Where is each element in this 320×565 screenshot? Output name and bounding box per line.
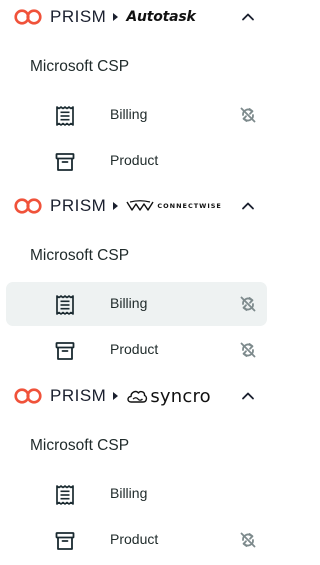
- nav-item-product[interactable]: Product: [6, 328, 267, 372]
- prism-brand-text: PRISM: [50, 196, 107, 215]
- vendor-logo-syncro: syncro: [126, 386, 211, 407]
- nav-item-product[interactable]: Product: [6, 139, 267, 183]
- sync-disabled-icon[interactable]: [238, 294, 258, 314]
- vendor-name: CONNECTWISE: [157, 202, 222, 210]
- nav-item-label: Billing: [110, 295, 148, 311]
- syncro-cloud-icon: [127, 390, 148, 403]
- nav-item-label: Product: [110, 531, 159, 547]
- section-title-microsoft-csp: Microsoft CSP: [30, 58, 130, 75]
- nav-item-billing[interactable]: Billing: [6, 472, 267, 516]
- prism-logo-icon: [14, 198, 42, 214]
- vendor-name: Autotask: [126, 9, 196, 25]
- nav-item-label: Billing: [110, 485, 148, 501]
- prism-brand-text: PRISM: [50, 386, 107, 405]
- nav-item-product[interactable]: Product: [6, 518, 267, 562]
- sync-disabled-icon[interactable]: [238, 105, 258, 125]
- nav-item-billing[interactable]: Billing: [6, 93, 267, 137]
- chevron-up-icon[interactable]: [240, 198, 256, 214]
- vendor-name: syncro: [150, 385, 211, 407]
- group-header[interactable]: PRISM syncro: [12, 381, 262, 411]
- vendor-logo-autotask: Autotask: [126, 9, 195, 25]
- section-title-microsoft-csp: Microsoft CSP: [30, 247, 130, 264]
- chevron-up-icon[interactable]: [240, 388, 256, 404]
- prism-logo-icon: [14, 388, 42, 404]
- nav-item-label: Product: [110, 341, 159, 357]
- prism-brand-text: PRISM: [50, 7, 107, 26]
- receipt-icon: [56, 106, 74, 126]
- caret-right-icon: [113, 392, 119, 400]
- archive-box-icon: [55, 342, 75, 360]
- nav-item-label: Product: [110, 152, 159, 168]
- connectwise-mark-icon: [126, 200, 154, 211]
- sync-disabled-icon[interactable]: [238, 340, 258, 360]
- section-title-microsoft-csp: Microsoft CSP: [30, 437, 130, 454]
- receipt-icon: [56, 485, 74, 505]
- nav-item-label: Billing: [110, 106, 148, 122]
- sync-disabled-icon[interactable]: [238, 530, 258, 550]
- group-header[interactable]: PRISM CONNECTWISE: [12, 191, 262, 221]
- nav-item-billing[interactable]: Billing: [6, 282, 267, 326]
- chevron-up-icon[interactable]: [240, 9, 256, 25]
- caret-right-icon: [113, 13, 119, 21]
- archive-box-icon: [55, 532, 75, 550]
- receipt-icon: [56, 295, 74, 315]
- prism-logo-icon: [14, 9, 42, 25]
- archive-box-icon: [55, 153, 75, 171]
- vendor-logo-connectwise: CONNECTWISE: [126, 199, 222, 213]
- caret-right-icon: [113, 202, 119, 210]
- group-header[interactable]: PRISM Autotask: [12, 2, 262, 32]
